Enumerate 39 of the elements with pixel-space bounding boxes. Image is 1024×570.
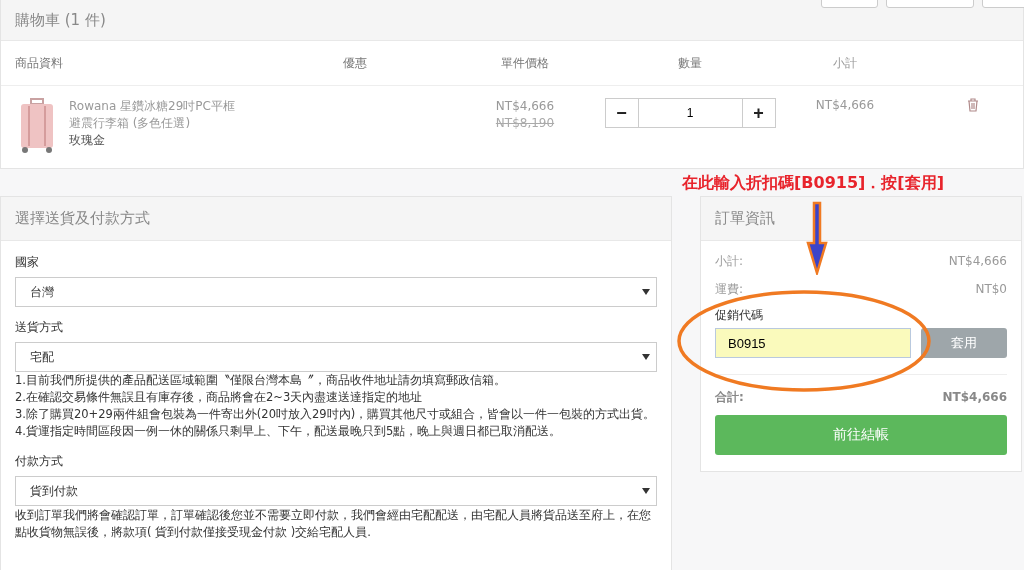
caret-icon <box>642 354 650 360</box>
total-label: 合計: <box>715 388 744 406</box>
shipping-note: 4.貨運指定時間區段因一例一休的關係只剩早上、下午，配送最晚只到5點，晚上與週日都已取消配送。 <box>15 423 563 440</box>
column-header: 數量 <box>677 54 703 72</box>
select-field[interactable]: 貨到付款 <box>15 476 657 506</box>
shipping-note: 3.除了購買20+29兩件組會包裝為一件寄出外(20吋放入29吋內)，購買其他尺寸或組合，皆會以一件一包裝的方式出貨。 <box>15 406 657 423</box>
select-field[interactable]: 台灣 <box>15 277 657 307</box>
payment-note: 收到訂單我們將會確認訂單，訂單確認後您並不需要立即付款，我們會經由宅配配送，由宅配人員將貨品送至府上，在您點收貨物無誤後，將款項( 貨到付款僅接受現金付款 )交給宅配人員. <box>15 507 652 541</box>
quantity-field[interactable]: 1 <box>638 98 742 128</box>
trash-icon[interactable] <box>967 98 979 112</box>
summary-value: NT$0 <box>975 282 1007 296</box>
field-label: 送貨方式 <box>15 319 64 336</box>
field-label: 付款方式 <box>15 453 64 470</box>
column-header: 小計 <box>832 54 858 72</box>
panel-title: 訂單資訊 <box>715 209 775 228</box>
promo-code-field[interactable]: B0915 <box>715 328 911 358</box>
original-price: NT$8,190 <box>495 115 555 132</box>
product-variant: 玫瑰金 <box>69 132 106 149</box>
summary-label: 運費: <box>715 280 744 298</box>
unit-price: NT$4,666 <box>495 98 555 115</box>
field-label: 國家 <box>15 254 40 271</box>
column-header: 商品資料 <box>15 54 64 72</box>
caret-icon <box>642 289 650 295</box>
shipping-note: 2.在確認交易條件無誤且有庫存後，商品將會在2~3天內盡速送達指定的地址 <box>15 389 424 406</box>
decrease-button[interactable]: − <box>604 98 639 128</box>
select-field[interactable]: 宅配 <box>15 342 657 372</box>
annotation-text: 在此輸入折扣碼[B0915]．按[套用] <box>682 172 945 194</box>
summary-label: 小計: <box>715 252 744 270</box>
field-label: 促銷代碼 <box>715 307 764 324</box>
panel-title: 購物車 (1 件) <box>15 10 106 30</box>
increase-button[interactable]: + <box>741 98 776 128</box>
column-header: 單件價格 <box>500 54 550 72</box>
total-value: NT$4,666 <box>942 390 1007 404</box>
summary-value: NT$4,666 <box>948 254 1007 268</box>
column-header: 優惠 <box>342 54 368 72</box>
caret-icon <box>642 488 650 494</box>
subtotal: NT$4,666 <box>815 98 875 112</box>
panel-title: 選擇送貨及付款方式 <box>15 209 150 228</box>
shipping-note: 1.目前我們所提供的產品配送區域範圍〝僅限台灣本島〞，商品收件地址請勿填寫郵政信箱。 <box>15 372 507 389</box>
